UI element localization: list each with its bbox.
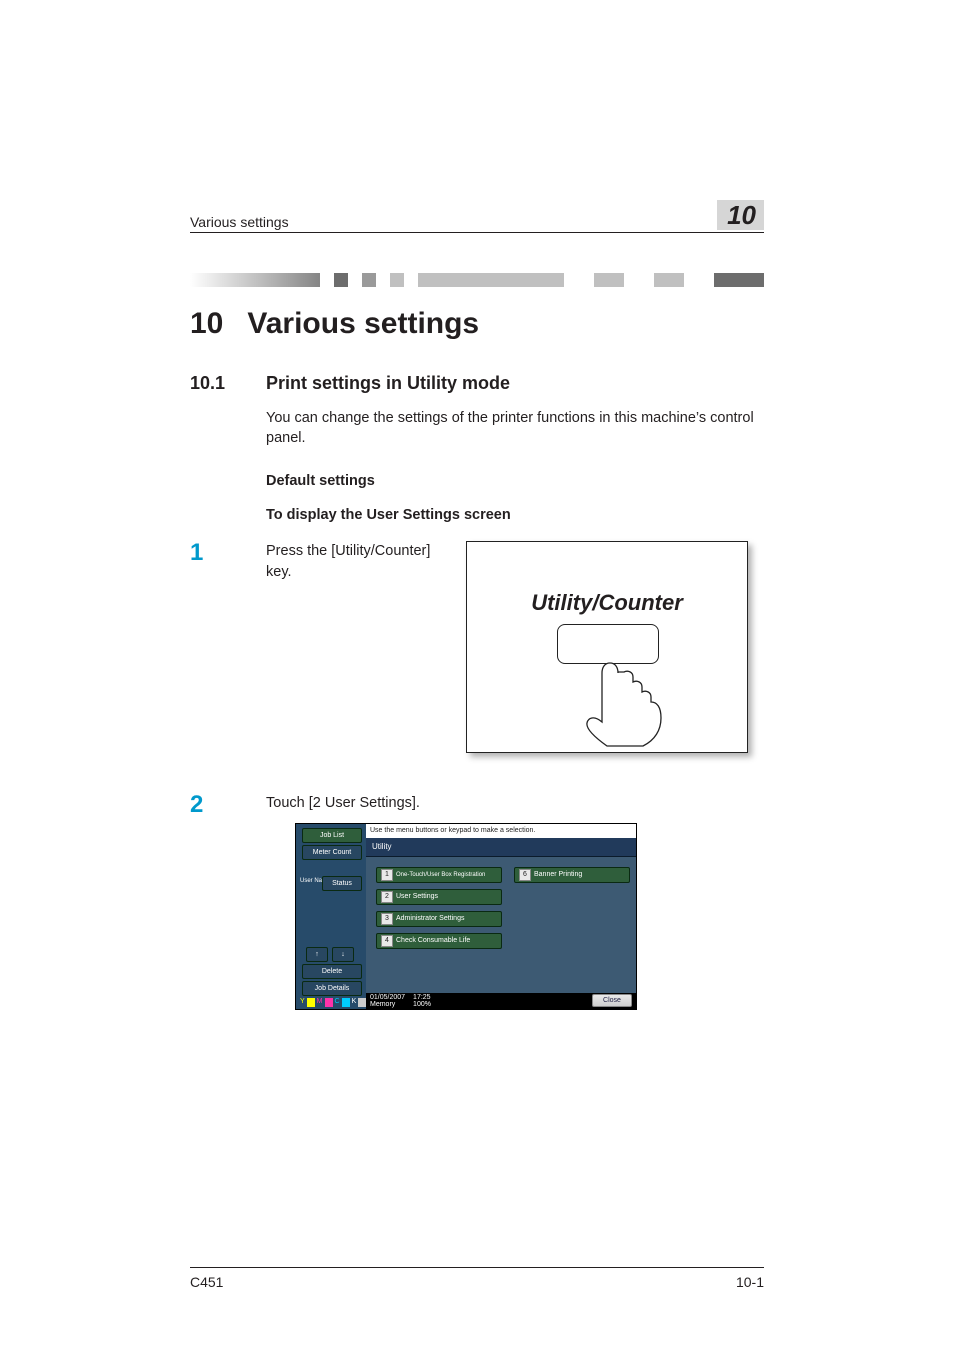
arrow-up-icon: ↑ [315,951,319,958]
meter-count-button[interactable]: Meter Count [302,845,362,860]
footer-date: 01/05/2007 [370,994,405,1001]
menu-3-label: Administrator Settings [396,915,464,922]
job-details-button[interactable]: Job Details [302,981,362,996]
page-footer: C451 10-1 [190,1267,764,1290]
status-label: Status [332,880,352,887]
menu-banner-printing-button[interactable]: 6 Banner Printing [514,867,630,883]
header-left-text: Various settings [190,214,289,230]
touchscreen-footer: 01/05/2007 Memory 17:25 100% Close [366,993,636,1009]
menu-3-number: 3 [381,913,393,925]
menu-1-number: 1 [381,869,393,881]
footer-memory-value: 100% [413,1001,431,1008]
touchscreen-breadcrumb: Utility [366,838,636,857]
toner-m-label: M [317,998,323,1007]
close-label: Close [603,997,621,1004]
h1-title: Various settings [247,307,479,341]
menu-1-label: One-Touch/User Box Registration [396,872,485,878]
heading-1: 10 Various settings [190,307,764,341]
subheading-default-settings: Default settings [266,473,764,489]
h1-number: 10 [190,307,223,341]
menu-6-label: Banner Printing [534,871,582,878]
job-list-button[interactable]: Job List [302,828,362,843]
menu-check-consumable-button[interactable]: 4 Check Consumable Life [376,933,502,949]
delete-label: Delete [322,968,342,975]
utility-counter-key-outline [557,624,659,664]
step-1-text: Press the [Utility/Counter] key. [266,541,446,583]
footer-time: 17:25 [413,994,431,1001]
meter-count-label: Meter Count [313,849,352,856]
status-button[interactable]: Status [322,876,362,891]
menu-one-touch-button[interactable]: 1 One-Touch/User Box Registration [376,867,502,883]
menu-user-settings-button[interactable]: 2 User Settings [376,889,502,905]
toner-c-label: C [335,998,340,1007]
section-divider [190,273,764,287]
job-list-label: Job List [320,832,344,839]
finger-icon [585,660,665,750]
footer-page-number: 10-1 [736,1274,764,1290]
toner-k-label: K [352,998,357,1007]
menu-2-number: 2 [381,891,393,903]
touchscreen-body: 1 One-Touch/User Box Registration 6 Bann… [366,857,636,993]
arrow-up-button[interactable]: ↑ [306,947,328,962]
toner-y-label: Y [300,998,305,1007]
step-2: 2 Touch [2 User Settings]. [190,793,764,817]
footer-model: C451 [190,1274,223,1290]
utility-counter-figure: Utility/Counter [466,541,748,753]
page-header: Various settings 10 [190,200,764,233]
menu-6-number: 6 [519,869,531,881]
job-details-label: Job Details [315,985,350,992]
h2-title: Print settings in Utility mode [266,373,510,394]
heading-2: 10.1 Print settings in Utility mode [190,373,764,394]
intro-paragraph: You can change the settings of the print… [266,408,764,449]
close-button[interactable]: Close [592,994,632,1007]
footer-memory-label: Memory [370,1001,395,1008]
menu-admin-settings-button[interactable]: 3 Administrator Settings [376,911,502,927]
arrow-down-button[interactable]: ↓ [332,947,354,962]
header-chapter-number: 10 [717,200,764,230]
step-2-number: 2 [190,793,246,817]
touchscreen-instruction: Use the menu buttons or keypad to make a… [366,824,636,838]
step-2-text: Touch [2 User Settings]. [266,793,764,814]
step-1-number: 1 [190,541,246,565]
menu-4-label: Check Consumable Life [396,937,470,944]
step-1: 1 Press the [Utility/Counter] key. Utili… [190,541,764,753]
menu-4-number: 4 [381,935,393,947]
delete-button[interactable]: Delete [302,964,362,979]
subheading-display-user-settings: To display the User Settings screen [266,507,764,523]
arrow-down-icon: ↓ [341,951,345,958]
h2-number: 10.1 [190,373,246,394]
ymck-indicator: Y M C K [300,998,366,1007]
menu-2-label: User Settings [396,893,438,900]
touchscreen-left-panel: Job List Meter Count User Name Status ↑ … [296,824,366,1009]
utility-counter-label: Utility/Counter [467,590,747,616]
touchscreen-figure: Job List Meter Count User Name Status ↑ … [295,823,637,1010]
